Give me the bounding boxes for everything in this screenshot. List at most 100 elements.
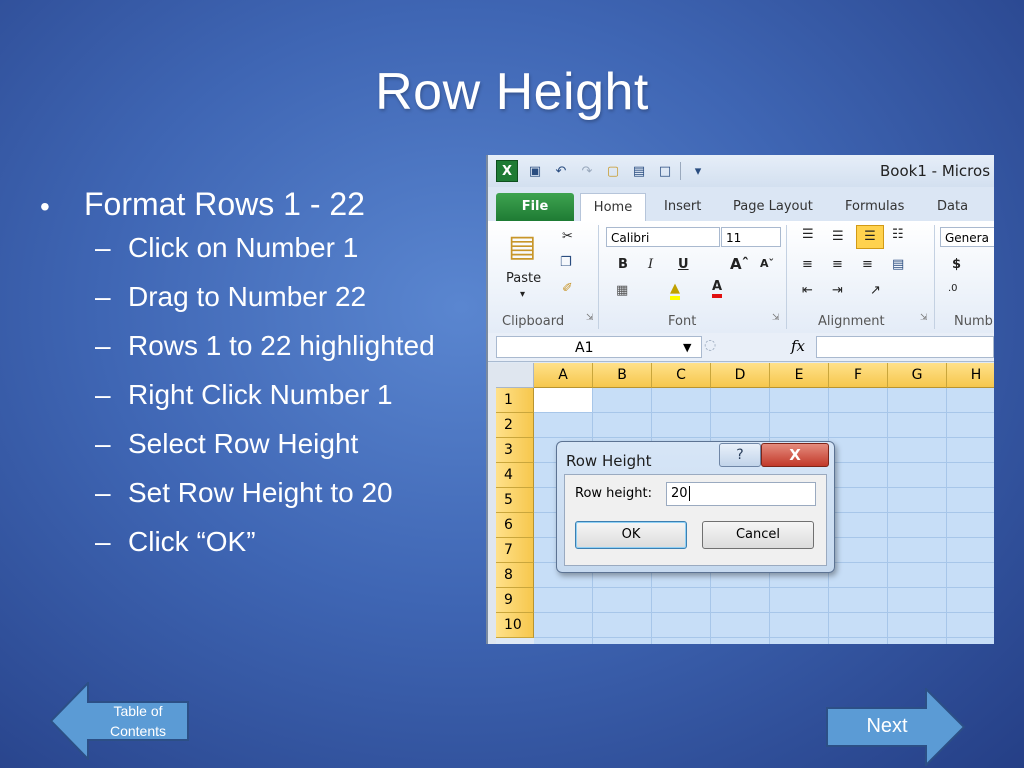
underline-icon[interactable]: U bbox=[678, 257, 689, 272]
paste-icon[interactable]: ▤ bbox=[508, 229, 536, 264]
row-header-10[interactable]: 10 bbox=[496, 613, 534, 638]
fill-color-icon[interactable]: ▲ bbox=[670, 281, 680, 300]
dash-glyph: – bbox=[95, 330, 111, 361]
column-header-c[interactable]: C bbox=[652, 363, 711, 388]
row-header-4[interactable]: 4 bbox=[496, 463, 534, 488]
bold-icon[interactable]: B bbox=[618, 257, 628, 272]
align-bottom-icon[interactable]: ☰ bbox=[856, 225, 884, 249]
align-center-icon[interactable]: ≡ bbox=[832, 257, 843, 272]
align-middle-icon[interactable]: ☰ bbox=[832, 229, 844, 244]
tab-data[interactable]: Data bbox=[937, 193, 968, 221]
wrap-text-icon[interactable]: ☷ bbox=[892, 227, 904, 242]
excel-screenshot: X ▣ ↶ ↷ ▢ ▤ □ ▾ Book1 - Micros File Home… bbox=[486, 155, 994, 644]
tab-file[interactable]: File bbox=[496, 193, 574, 221]
next-button[interactable]: Next bbox=[826, 688, 966, 766]
dialog-close-button[interactable]: X bbox=[761, 443, 829, 467]
cancel-button[interactable]: Cancel bbox=[702, 521, 814, 549]
table-of-contents-button[interactable]: Table of Contents bbox=[50, 682, 190, 760]
row-header-3[interactable]: 3 bbox=[496, 438, 534, 463]
row-height-value: 20 bbox=[671, 486, 688, 501]
row-header-6[interactable]: 6 bbox=[496, 513, 534, 538]
increase-decimal-icon[interactable]: .0 bbox=[948, 283, 958, 294]
step-text: Right Click Number 1 bbox=[128, 379, 393, 410]
dash-glyph: – bbox=[95, 428, 111, 459]
save-icon[interactable]: ▣ bbox=[526, 162, 544, 180]
row-height-input[interactable]: 20 bbox=[666, 482, 816, 506]
open-folder-icon[interactable]: ▢ bbox=[604, 162, 622, 180]
row-header-9[interactable]: 9 bbox=[496, 588, 534, 613]
insert-function-icon[interactable]: fx bbox=[791, 337, 805, 355]
tab-page-layout[interactable]: Page Layout bbox=[733, 193, 813, 221]
ribbon-home: ▤ Paste ▾ ✂ ❐ ✐ Clipboard ⇲ Calibri 11 B… bbox=[488, 221, 994, 334]
step-item: – Right Click Number 1 bbox=[40, 379, 480, 428]
column-header-b[interactable]: B bbox=[593, 363, 652, 388]
tab-insert[interactable]: Insert bbox=[664, 193, 701, 221]
excel-app-icon[interactable]: X bbox=[496, 160, 518, 182]
cut-icon[interactable]: ✂ bbox=[562, 229, 573, 244]
customize-toolbar-icon[interactable]: ▾ bbox=[689, 162, 707, 180]
paste-dropdown-icon[interactable]: ▾ bbox=[520, 289, 525, 300]
formula-bar-row: A1 ▼ ◌ fx bbox=[488, 333, 994, 362]
name-box[interactable]: A1 ▼ bbox=[496, 336, 702, 358]
increase-indent-icon[interactable]: ⇥ bbox=[832, 283, 843, 298]
ok-button[interactable]: OK bbox=[575, 521, 687, 549]
number-format-dropdown[interactable]: Genera bbox=[940, 227, 994, 247]
column-header-d[interactable]: D bbox=[711, 363, 770, 388]
name-box-dropdown-icon[interactable]: ▼ bbox=[683, 337, 691, 359]
column-header-e[interactable]: E bbox=[770, 363, 829, 388]
font-size-dropdown[interactable]: 11 bbox=[721, 227, 781, 247]
redo-icon[interactable]: ↷ bbox=[578, 162, 596, 180]
group-label-font: Font bbox=[668, 314, 697, 329]
row-header-2[interactable]: 2 bbox=[496, 413, 534, 438]
font-launcher-icon[interactable]: ⇲ bbox=[772, 313, 780, 323]
active-cell[interactable] bbox=[534, 388, 592, 412]
name-box-value: A1 bbox=[575, 340, 594, 356]
align-left-icon[interactable]: ≡ bbox=[802, 257, 813, 272]
row-header-8[interactable]: 8 bbox=[496, 563, 534, 588]
undo-icon[interactable]: ↶ bbox=[552, 162, 570, 180]
align-top-icon[interactable]: ☰ bbox=[802, 227, 814, 242]
italic-icon[interactable]: I bbox=[648, 257, 653, 272]
align-right-icon[interactable]: ≡ bbox=[862, 257, 873, 272]
formula-input[interactable] bbox=[816, 336, 994, 358]
currency-icon[interactable]: $ bbox=[952, 257, 961, 272]
borders-icon[interactable]: ▦ bbox=[616, 283, 628, 298]
copy-icon[interactable]: ❐ bbox=[560, 255, 572, 270]
tab-formulas[interactable]: Formulas bbox=[845, 193, 904, 221]
step-text: Drag to Number 22 bbox=[128, 281, 367, 312]
row-header-5[interactable]: 5 bbox=[496, 488, 534, 513]
decrease-indent-icon[interactable]: ⇤ bbox=[802, 283, 813, 298]
number-format-value: Genera bbox=[945, 231, 989, 245]
column-header-g[interactable]: G bbox=[888, 363, 947, 388]
dash-glyph: – bbox=[95, 379, 111, 410]
alignment-launcher-icon[interactable]: ⇲ bbox=[920, 313, 928, 323]
tab-home[interactable]: Home bbox=[580, 193, 646, 222]
clipboard-launcher-icon[interactable]: ⇲ bbox=[586, 313, 594, 323]
grow-font-icon[interactable]: Aˆ bbox=[730, 255, 749, 273]
shrink-font-icon[interactable]: Aˇ bbox=[760, 257, 774, 270]
new-document-icon[interactable]: □ bbox=[656, 162, 674, 180]
group-separator bbox=[598, 225, 599, 329]
step-item: – Set Row Height to 20 bbox=[40, 477, 480, 526]
step-text: Set Row Height to 20 bbox=[128, 477, 393, 508]
paste-label[interactable]: Paste bbox=[506, 271, 541, 286]
bullet-list: • Format Rows 1 - 22 – Click on Number 1 … bbox=[40, 186, 480, 575]
window-title: Book1 - Micros bbox=[880, 162, 991, 180]
select-all-corner[interactable] bbox=[496, 363, 534, 388]
toc-label-line2: Contents bbox=[109, 723, 167, 739]
orientation-icon[interactable]: ↗ bbox=[870, 283, 881, 298]
font-name-dropdown[interactable]: Calibri bbox=[606, 227, 720, 247]
column-header-f[interactable]: F bbox=[829, 363, 888, 388]
column-header-a[interactable]: A bbox=[534, 363, 593, 388]
step-item: – Click “OK” bbox=[40, 526, 480, 575]
print-preview-icon[interactable]: ▤ bbox=[630, 162, 648, 180]
formula-bar-expand-icon[interactable]: ◌ bbox=[704, 337, 716, 353]
row-header-7[interactable]: 7 bbox=[496, 538, 534, 563]
font-name-value: Calibri bbox=[611, 231, 650, 245]
merge-center-icon[interactable]: ▤ bbox=[892, 257, 904, 272]
format-painter-icon[interactable]: ✐ bbox=[562, 281, 573, 296]
column-header-h[interactable]: H bbox=[947, 363, 994, 388]
font-color-icon[interactable]: A bbox=[712, 279, 723, 298]
dialog-help-button[interactable]: ? bbox=[719, 443, 761, 467]
row-header-1[interactable]: 1 bbox=[496, 388, 534, 413]
